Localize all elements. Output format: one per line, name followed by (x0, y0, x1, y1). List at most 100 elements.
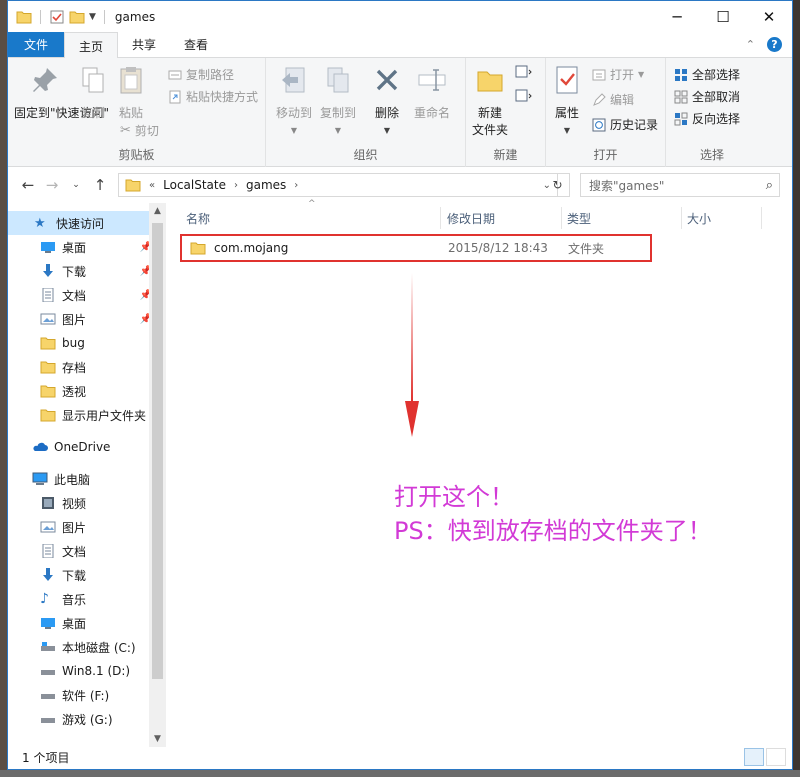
edit-button[interactable]: 编辑 (592, 91, 634, 108)
move-to-label: 移动到 (275, 106, 312, 120)
nav-pc-music[interactable]: ♪ 音乐 (8, 587, 156, 611)
tab-file[interactable]: 文件 (8, 32, 65, 57)
tab-share[interactable]: 共享 (118, 32, 170, 57)
nav-item-desktop[interactable]: 桌面 📌 (8, 235, 156, 259)
new-folder-icon[interactable] (69, 10, 85, 24)
copy-path-button[interactable]: 复制路径 (168, 66, 234, 83)
properties-check-icon[interactable] (49, 10, 65, 24)
column-divider[interactable] (440, 207, 441, 229)
explorer-window: ▼ games ─ ☐ ✕ 文件 主页 共享 查看 ⌃ ? 固定到"快速访问" (7, 0, 793, 770)
item-count: 1 个项目 (22, 750, 70, 765)
nav-this-pc[interactable]: 此电脑 (8, 467, 156, 491)
search-icon: ⌕ (765, 177, 773, 193)
breadcrumb-games[interactable]: games (246, 178, 286, 192)
nav-item-label: 图片 (62, 520, 87, 535)
music-icon: ♪ (40, 591, 49, 607)
column-divider[interactable] (561, 207, 562, 229)
easy-access-icon[interactable] (514, 88, 532, 104)
new-item-icon[interactable] (514, 64, 532, 80)
breadcrumb-localstate[interactable]: LocalState (163, 178, 226, 192)
navigation-pane: ★ 快速访问 桌面 📌 下载 📌 文档 📌 图片 📌 bug 存档 透视 显示用… (8, 203, 163, 747)
drive-icon (41, 642, 55, 651)
nav-pc-drive-g[interactable]: 游戏 (G:) (8, 707, 156, 731)
back-button[interactable]: ← (16, 176, 40, 194)
breadcrumb-overflow[interactable]: « (149, 180, 155, 191)
paste-shortcut-button[interactable]: 粘贴快捷方式 (168, 88, 258, 105)
copy-button[interactable]: 复制 (76, 64, 110, 122)
copy-to-button[interactable]: 复制到 ▼ (318, 64, 358, 139)
edit-icon (593, 92, 606, 106)
properties-button[interactable]: 属性 ▼ (550, 64, 584, 139)
nav-onedrive[interactable]: OneDrive (8, 435, 156, 459)
nav-pc-videos[interactable]: 视频 (8, 491, 156, 515)
maximize-button[interactable]: ☐ (700, 1, 746, 32)
nav-quick-access[interactable]: ★ 快速访问 (8, 211, 156, 235)
history-button[interactable]: 历史记录 (592, 116, 658, 133)
table-row[interactable]: com.mojang 2015/8/12 18:43 文件夹 (180, 234, 652, 262)
pin-quick-access-button[interactable]: 固定到"快速访问" (14, 64, 109, 122)
nav-pc-drive-c[interactable]: 本地磁盘 (C:) (8, 635, 156, 659)
nav-pc-documents[interactable]: 文档 (8, 539, 156, 563)
nav-pc-drive-d[interactable]: Win8.1 (D:) (8, 659, 156, 683)
chevron-right-icon[interactable]: › (234, 180, 238, 191)
rename-label: 重命名 (413, 106, 450, 120)
rename-icon (418, 69, 446, 91)
cut-button[interactable]: ✂ 剪切 (120, 122, 159, 139)
rename-button[interactable]: 重命名 (410, 64, 454, 122)
nav-item-label: bug (62, 336, 85, 350)
large-icons-view-button[interactable] (766, 748, 786, 766)
select-all-icon (675, 68, 687, 81)
history-icon (592, 118, 606, 131)
qat-dropdown-icon[interactable]: ▼ (89, 12, 96, 22)
nav-pc-pictures[interactable]: 图片 (8, 515, 156, 539)
folder-icon (40, 385, 56, 398)
tab-home[interactable]: 主页 (64, 32, 119, 59)
new-group: 新建 文件夹 新建 (466, 58, 546, 167)
paste-button[interactable]: 粘贴 (114, 64, 148, 122)
delete-button[interactable]: 删除 ▼ (370, 64, 404, 139)
address-bar[interactable]: « LocalState › games › ⌄ (118, 173, 558, 197)
scrollbar-thumb[interactable] (152, 223, 163, 679)
nav-item-label: 文档 (62, 288, 87, 303)
nav-item-show-user-folder[interactable]: 显示用户文件夹 (8, 403, 156, 427)
select-none-label: 全部取消 (692, 90, 741, 104)
minimize-button[interactable]: ─ (654, 1, 700, 32)
nav-pc-drive-f[interactable]: 软件 (F:) (8, 683, 156, 707)
recent-locations-button[interactable]: ⌄ (64, 180, 88, 190)
open-label: 打开 (610, 68, 635, 82)
column-divider[interactable] (761, 207, 762, 229)
expand-ribbon-icon[interactable]: ⌃ (746, 38, 755, 51)
nav-item-saves[interactable]: 存档 (8, 355, 156, 379)
nav-item-xray[interactable]: 透视 (8, 379, 156, 403)
invert-selection-button[interactable]: 反向选择 (674, 110, 740, 127)
close-button[interactable]: ✕ (746, 1, 792, 32)
help-icon[interactable]: ? (767, 37, 782, 52)
column-header-type[interactable]: 类型 (567, 207, 591, 229)
column-header-size[interactable]: 大小 (687, 207, 711, 229)
refresh-button[interactable]: ↻ (546, 173, 570, 197)
nav-item-downloads[interactable]: 下载 📌 (8, 259, 156, 283)
scroll-down-icon[interactable]: ▼ (149, 734, 166, 744)
tab-view[interactable]: 查看 (170, 32, 222, 57)
column-header-name[interactable]: 名称 (186, 207, 210, 229)
nav-pc-desktop[interactable]: 桌面 (8, 611, 156, 635)
forward-button[interactable]: → (40, 176, 64, 194)
column-header-date[interactable]: 修改日期 (447, 207, 495, 229)
nav-pc-downloads[interactable]: 下载 (8, 563, 156, 587)
chevron-right-icon[interactable]: › (294, 180, 298, 191)
up-button[interactable]: ↑ (88, 176, 112, 194)
open-button[interactable]: 打开 ▼ (592, 66, 644, 83)
nav-item-pictures[interactable]: 图片 📌 (8, 307, 156, 331)
nav-this-pc-label: 此电脑 (54, 472, 91, 487)
details-view-button[interactable] (744, 748, 764, 766)
scroll-up-icon[interactable]: ▲ (149, 206, 166, 216)
navpane-scrollbar[interactable]: ▲ ▼ (149, 203, 166, 747)
search-input[interactable]: 搜索"games" ⌕ (580, 173, 780, 197)
move-to-button[interactable]: 移动到 ▼ (274, 64, 314, 139)
select-all-button[interactable]: 全部选择 (674, 66, 740, 83)
nav-item-documents[interactable]: 文档 📌 (8, 283, 156, 307)
column-divider[interactable] (681, 207, 682, 229)
nav-item-bug[interactable]: bug (8, 331, 156, 355)
select-none-button[interactable]: 全部取消 (674, 88, 740, 105)
new-folder-button[interactable]: 新建 文件夹 (470, 64, 510, 139)
